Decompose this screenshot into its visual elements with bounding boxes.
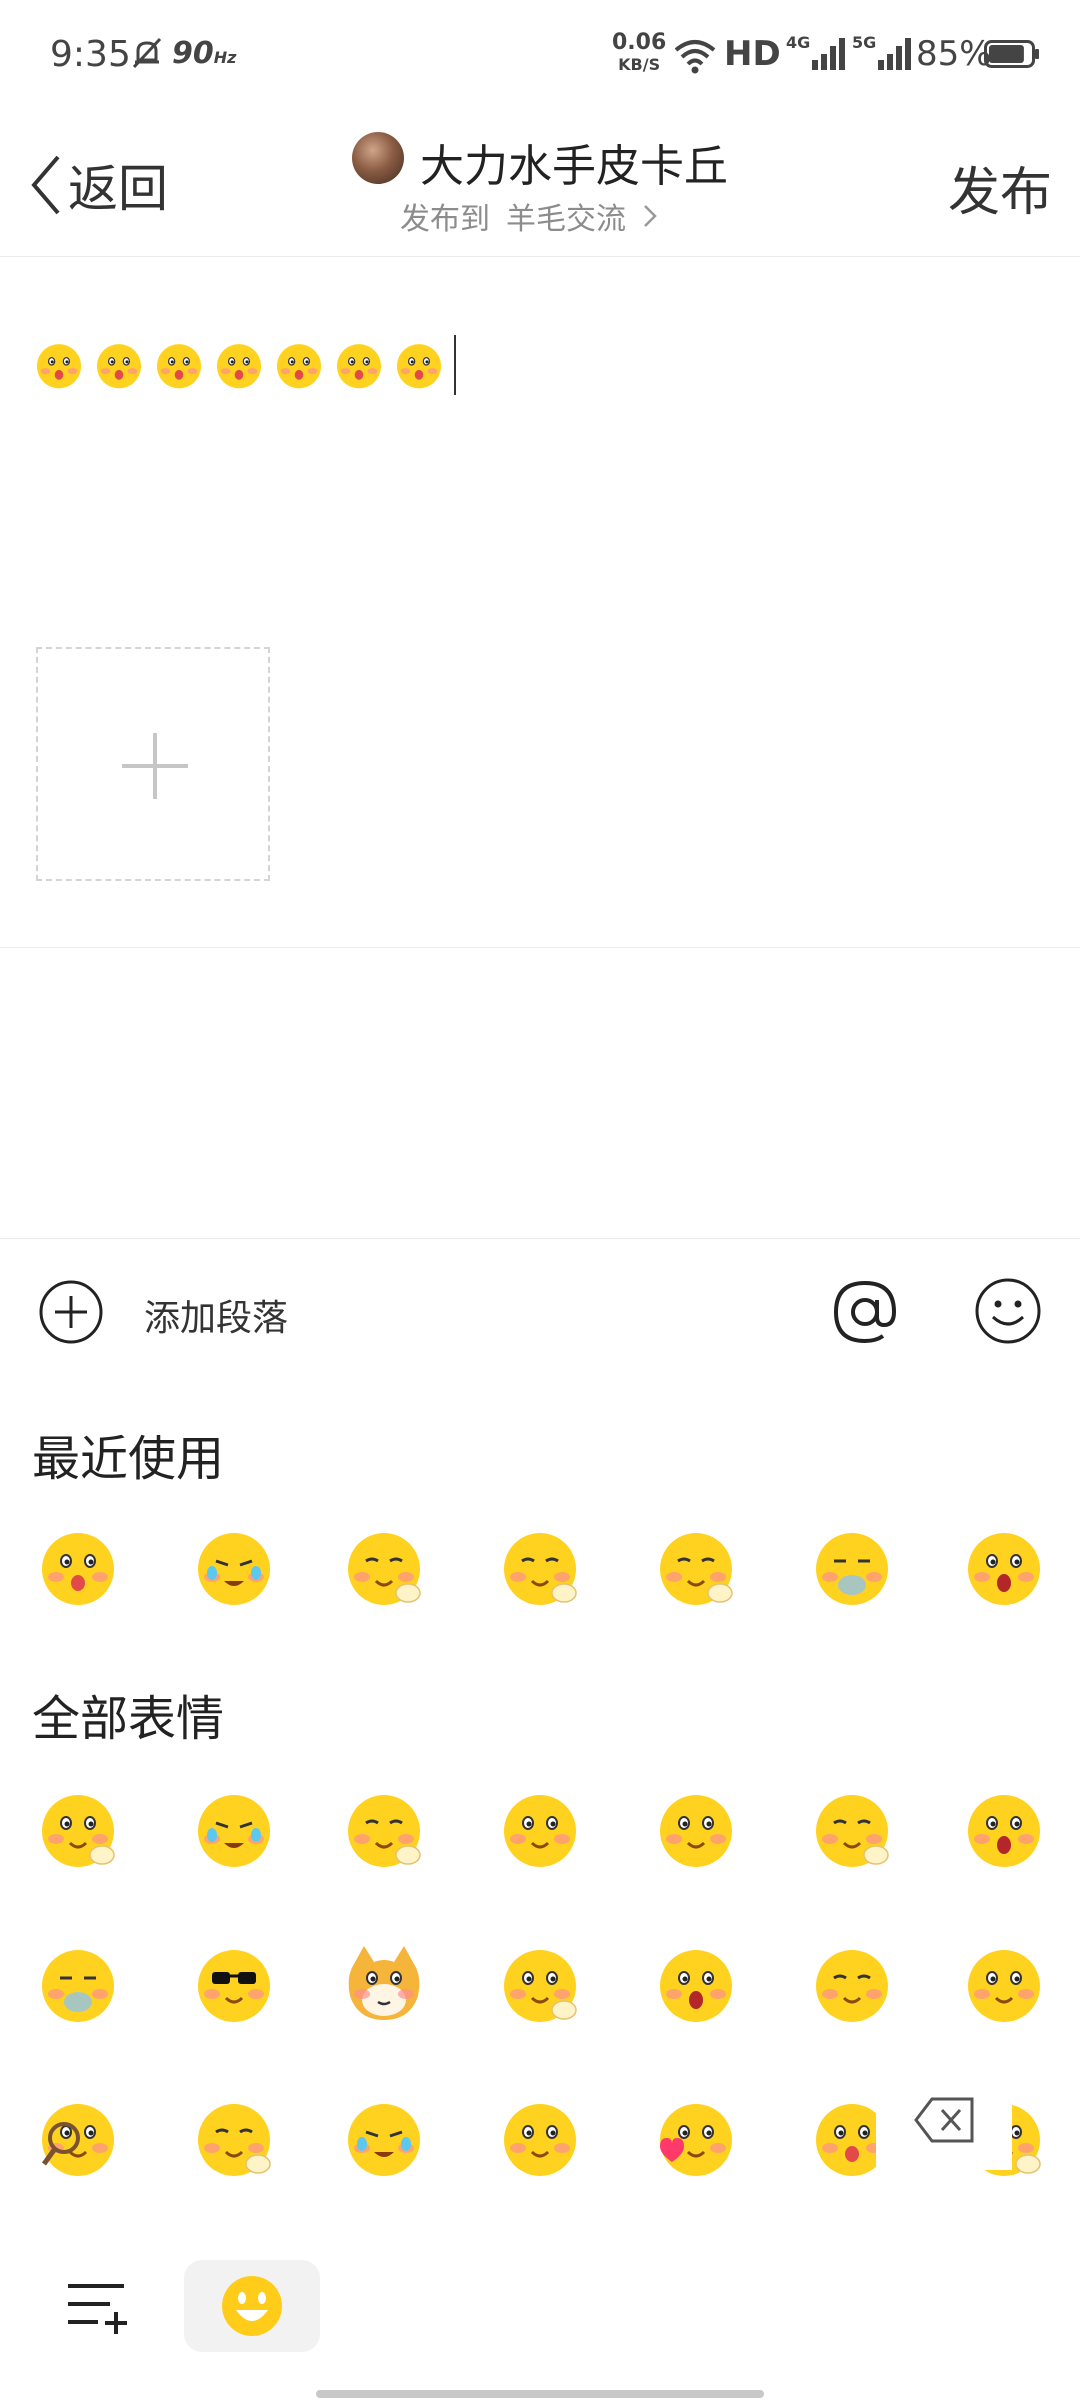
- stunned-tongue-emoji: [92, 338, 146, 392]
- starry-eyes-emoji[interactable]: [652, 1940, 740, 2028]
- smiley-emoji-icon: [222, 2276, 282, 2336]
- editor-toolbar: 添加段落: [0, 1238, 1080, 1384]
- shocked-emoji[interactable]: [960, 1785, 1048, 1873]
- salute-emoji[interactable]: [34, 1785, 122, 1873]
- refresh-rate: 90Hz: [172, 36, 237, 71]
- text-cursor: [454, 335, 456, 395]
- forum-name: 羊毛交流: [506, 202, 626, 237]
- smirk-emoji[interactable]: [652, 1523, 740, 1611]
- status-time: 9:35: [50, 34, 131, 75]
- thinking-emoji[interactable]: [496, 1523, 584, 1611]
- add-paragraph-button[interactable]: [38, 1279, 104, 1345]
- backspace-icon: [914, 2097, 974, 2143]
- smirk-emoji[interactable]: [808, 1785, 896, 1873]
- stunned-tongue-emoji: [212, 338, 266, 392]
- emoji-keyboard-tab[interactable]: [184, 2260, 320, 2352]
- network-4g-label: 4G: [786, 34, 810, 52]
- bell-muted-icon: [132, 37, 162, 69]
- pleading-emoji[interactable]: [496, 1785, 584, 1873]
- sick-emoji[interactable]: [34, 1940, 122, 2028]
- chevron-left-icon: [31, 155, 60, 215]
- heart-wink-emoji[interactable]: [652, 2094, 740, 2182]
- network-5g-label: 5G: [852, 34, 876, 52]
- forum-selector[interactable]: 发布到 羊毛交流: [400, 194, 658, 238]
- battery-icon: [984, 40, 1039, 68]
- yawning-emoji[interactable]: [190, 2094, 278, 2182]
- top-bar: 返回 大力水手皮卡丘 发布到 羊毛交流 发布: [0, 110, 1080, 257]
- username: 大力水手皮卡丘: [420, 141, 728, 192]
- crying-laugh-emoji[interactable]: [340, 2094, 428, 2182]
- wifi-icon: [674, 40, 716, 74]
- stunned-tongue-emoji: [272, 338, 326, 392]
- avatar: [352, 132, 404, 184]
- sick-emoji[interactable]: [808, 1523, 896, 1611]
- stunned-tongue-emoji: [392, 338, 446, 392]
- status-bar: 9:35 90Hz 0.06 KB/S HD 4G 5G 85%: [0, 0, 1080, 110]
- delete-key[interactable]: [876, 2060, 1012, 2170]
- publish-to-label: 发布到: [400, 202, 490, 237]
- signal-5g-icon: 5G: [852, 34, 911, 70]
- crying-laugh-emoji[interactable]: [190, 1523, 278, 1611]
- emoji-row: [0, 1940, 1080, 2050]
- battery-percent: 85%: [916, 34, 992, 74]
- add-paragraph-label: 添加段落: [144, 1298, 289, 1339]
- shocked-emoji[interactable]: [960, 1523, 1048, 1611]
- text-content[interactable]: [32, 335, 456, 395]
- recent-emoji-title: 最近使用: [32, 1431, 225, 1487]
- doge-emoji[interactable]: [340, 1940, 428, 2028]
- add-image-button[interactable]: [36, 647, 270, 881]
- recent-emoji-row: [0, 1523, 1080, 1633]
- stunned-tongue-emoji: [332, 338, 386, 392]
- cross-eyed-emoji[interactable]: [496, 2094, 584, 2182]
- net-speed: 0.06 KB/S: [612, 30, 667, 75]
- home-indicator[interactable]: [316, 2390, 764, 2398]
- all-emoji-title: 全部表情: [32, 1691, 225, 1747]
- mention-at-icon[interactable]: [830, 1277, 900, 1347]
- yawning-emoji[interactable]: [340, 1523, 428, 1611]
- stunned-tongue-emoji: [32, 338, 86, 392]
- plus-icon: [122, 733, 188, 799]
- thinking-emoji[interactable]: [340, 1785, 428, 1873]
- publish-button[interactable]: 发布: [948, 150, 1052, 225]
- eyeroll-emoji[interactable]: [808, 1940, 896, 2028]
- text-format-icon[interactable]: [64, 2280, 130, 2338]
- hd-indicator: HD: [724, 34, 781, 74]
- angry-emoji[interactable]: [960, 1940, 1048, 2028]
- stunned-tongue-emoji: [152, 338, 206, 392]
- wail-emoji[interactable]: [190, 1785, 278, 1873]
- signal-4g-icon: 4G: [786, 34, 845, 70]
- content-editor[interactable]: [0, 257, 1080, 948]
- sunglasses-emoji[interactable]: [190, 1940, 278, 2028]
- ok-hand-emoji[interactable]: [496, 1940, 584, 2028]
- magnifier-emoji[interactable]: [34, 2094, 122, 2182]
- back-button[interactable]: 返回: [28, 150, 168, 220]
- back-label: 返回: [68, 160, 168, 218]
- watermelon-emoji[interactable]: [652, 1785, 740, 1873]
- input-mode-bar: [0, 2240, 1080, 2400]
- smiley-icon[interactable]: [974, 1277, 1042, 1345]
- stunned-tongue-emoji[interactable]: [34, 1523, 122, 1611]
- chevron-right-icon: [644, 205, 657, 227]
- emoji-row: [0, 1785, 1080, 1895]
